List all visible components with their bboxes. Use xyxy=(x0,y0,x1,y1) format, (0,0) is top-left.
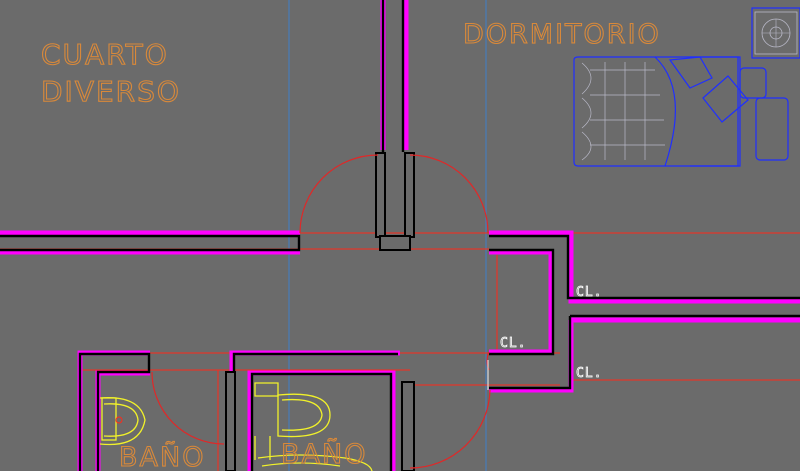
door-leaves xyxy=(375,152,415,251)
bedroom-label: DORMITORIO xyxy=(463,19,661,50)
floor-plan-drawing: CUARTO DIVERSO DORMITORIO BAÑO BAÑO CL. … xyxy=(0,0,800,471)
lower-closet-label: CL. xyxy=(576,366,602,381)
diverse-room-label-line1: CUARTO xyxy=(41,38,169,71)
diverse-room-label-line2: DIVERSO xyxy=(41,75,181,108)
bed-icon xyxy=(573,56,741,167)
bathroom-right-label: BAÑO xyxy=(281,438,367,470)
upper-closet-label: CL. xyxy=(576,285,602,300)
bathroom-left-label: BAÑO xyxy=(119,441,205,471)
hall-closet-label: CL. xyxy=(500,336,526,351)
pillow-icon xyxy=(668,56,789,161)
nightstand-icon xyxy=(751,7,800,59)
door-swing-icon xyxy=(151,154,491,469)
